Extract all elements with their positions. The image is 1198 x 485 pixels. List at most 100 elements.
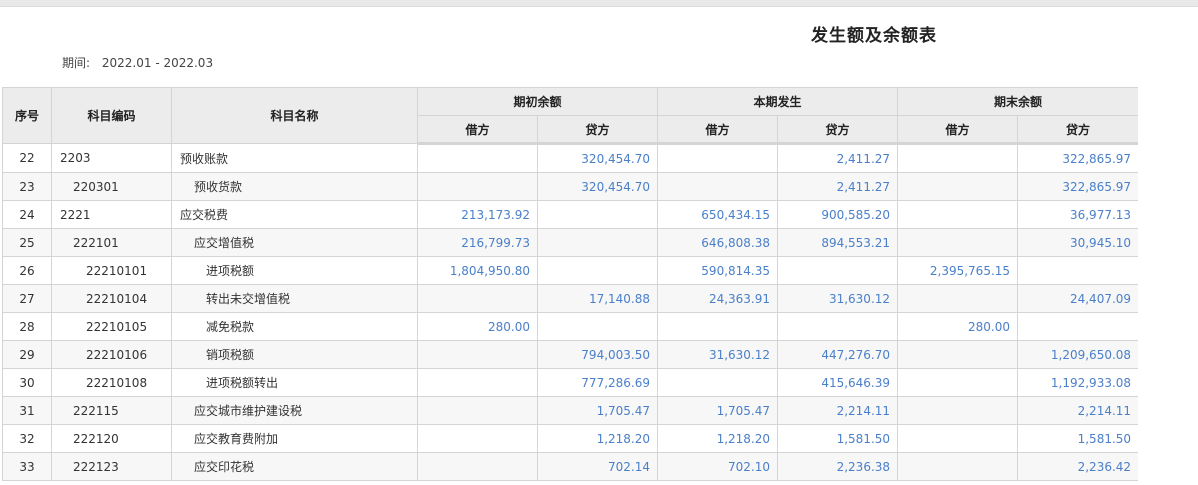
cell-closing-debit: 2,395,765.15 [897, 256, 1019, 285]
cell-opening-credit [536, 256, 659, 285]
cell-closing-credit: 2,236.42 [1017, 452, 1138, 481]
table-row[interactable]: 28 22210105 减免税款 280.00 280.00 [2, 312, 1138, 341]
cell-account-code: 222120 [51, 424, 172, 453]
cell-opening-debit: 216,799.73 [417, 228, 538, 257]
period-label: 期间: [62, 56, 91, 70]
header-opening-credit: 贷方 [536, 115, 659, 145]
cell-closing-debit: 280.00 [897, 312, 1019, 341]
cell-closing-debit [897, 452, 1019, 481]
cell-account-code: 2203 [51, 143, 172, 173]
cell-no: 32 [2, 424, 52, 453]
header-opening: 期初余额 [416, 87, 659, 116]
cell-opening-credit [536, 200, 659, 229]
table-row[interactable]: 22 2203 预收账款 320,454.70 2,411.27 322,865.97 [2, 143, 1138, 173]
account-name-text: 应交印花税 [194, 460, 255, 474]
cell-current-debit [657, 312, 779, 341]
cell-current-credit: 1,581.50 [777, 424, 899, 453]
cell-current-credit [777, 256, 899, 285]
account-name-text: 应交税费 [180, 208, 229, 222]
table-row[interactable]: 24 2221 应交税费 213,173.92 650,434.15 900,585.20… [2, 200, 1138, 229]
cell-account-code: 222123 [51, 452, 172, 481]
cell-no: 29 [2, 340, 52, 369]
cell-current-credit: 2,236.38 [777, 452, 899, 481]
cell-closing-credit: 322,865.97 [1017, 172, 1138, 201]
table-row[interactable]: 25 222101 应交增值税 216,799.73 646,808.38 894,553… [2, 228, 1138, 257]
cell-closing-credit: 36,977.13 [1017, 200, 1138, 229]
cell-opening-credit: 1,218.20 [536, 424, 659, 453]
cell-opening-debit [417, 172, 538, 201]
account-name-text: 应交教育费附加 [194, 432, 279, 446]
cell-account-name: 应交增值税 [171, 228, 418, 257]
cell-account-name: 预收货款 [171, 172, 418, 201]
table-row[interactable]: 26 22210101 进项税额 1,804,950.80 590,814.35 2,39… [2, 256, 1138, 285]
cell-current-credit: 31,630.12 [777, 284, 899, 313]
account-code-text: 2203 [60, 151, 91, 165]
cell-current-debit: 702.10 [657, 452, 779, 481]
cell-account-code: 22210101 [51, 256, 172, 285]
cell-opening-credit: 794,003.50 [536, 340, 659, 369]
cell-no: 22 [2, 143, 52, 173]
table-row[interactable]: 27 22210104 转出未交增值税 17,140.88 24,363.91 31,63… [2, 284, 1138, 313]
table-row[interactable]: 33 222123 应交印花税 702.14 702.10 2,236.38 2,236.4… [2, 452, 1138, 481]
account-name-text: 进项税额转出 [206, 376, 279, 390]
cell-closing-credit: 1,209,650.08 [1017, 340, 1138, 369]
cell-closing-credit [1017, 312, 1138, 341]
header-current: 本期发生 [657, 87, 899, 116]
header-name: 科目名称 [171, 87, 418, 144]
cell-closing-debit [897, 200, 1019, 229]
cell-account-name: 应交印花税 [171, 452, 418, 481]
cell-opening-credit: 17,140.88 [536, 284, 659, 313]
cell-account-name: 应交教育费附加 [171, 424, 418, 453]
account-code-text: 222115 [73, 403, 119, 418]
cell-closing-credit: 1,581.50 [1017, 424, 1138, 453]
cell-closing-credit: 30,945.10 [1017, 228, 1138, 257]
top-bar [0, 0, 1198, 7]
cell-current-credit: 447,276.70 [777, 340, 899, 369]
account-code-text: 220301 [73, 179, 119, 194]
cell-opening-credit: 1,705.47 [536, 396, 659, 425]
cell-current-debit: 24,363.91 [657, 284, 779, 313]
cell-opening-debit [417, 424, 538, 453]
cell-account-name: 销项税额 [171, 340, 418, 369]
cell-closing-debit [897, 172, 1019, 201]
account-name-text: 减免税款 [206, 320, 255, 334]
cell-current-debit [657, 368, 779, 397]
cell-current-debit [657, 143, 779, 173]
balance-table: 序号 科目编码 科目名称 期初余额 本期发生 期末余额 借方 贷方 借方 贷方 … [2, 87, 1138, 481]
cell-closing-credit: 1,192,933.08 [1017, 368, 1138, 397]
account-name-text: 应交增值税 [194, 236, 255, 250]
cell-no: 23 [2, 172, 52, 201]
cell-no: 27 [2, 284, 52, 313]
table-row[interactable]: 30 22210108 进项税额转出 777,286.69 415,646.39 1,19… [2, 368, 1138, 397]
cell-closing-debit [897, 228, 1019, 257]
cell-opening-debit [417, 340, 538, 369]
table-row[interactable]: 32 222120 应交教育费附加 1,218.20 1,218.20 1,581.50 1… [2, 424, 1138, 453]
cell-current-debit: 590,814.35 [657, 256, 779, 285]
cell-account-code: 22210104 [51, 284, 172, 313]
cell-current-credit: 894,553.21 [777, 228, 899, 257]
cell-closing-debit [897, 284, 1019, 313]
account-code-text: 222123 [73, 459, 119, 474]
cell-account-name: 应交税费 [171, 200, 418, 229]
cell-account-code: 220301 [51, 172, 172, 201]
account-name-text: 预收货款 [194, 180, 243, 194]
cell-opening-credit: 702.14 [536, 452, 659, 481]
header-closing: 期末余额 [897, 87, 1138, 116]
cell-account-code: 22210106 [51, 340, 172, 369]
cell-closing-credit: 322,865.97 [1017, 143, 1138, 173]
account-name-text: 预收账款 [180, 151, 229, 166]
account-code-text: 22210106 [86, 347, 148, 362]
cell-account-name: 进项税额 [171, 256, 418, 285]
table-row[interactable]: 29 22210106 销项税额 794,003.50 31,630.12 447,276… [2, 340, 1138, 369]
cell-current-credit [777, 312, 899, 341]
table-row[interactable]: 31 222115 应交城市维护建设税 1,705.47 1,705.47 2,214.1… [2, 396, 1138, 425]
cell-opening-debit [417, 452, 538, 481]
cell-closing-debit [897, 396, 1019, 425]
cell-account-name: 转出未交增值税 [171, 284, 418, 313]
table-row[interactable]: 23 220301 预收货款 320,454.70 2,411.27 322,865.97 [2, 172, 1138, 201]
cell-current-debit: 646,808.38 [657, 228, 779, 257]
cell-no: 30 [2, 368, 52, 397]
cell-opening-debit [417, 143, 538, 173]
cell-no: 24 [2, 200, 52, 229]
account-code-text: 2221 [60, 207, 91, 222]
